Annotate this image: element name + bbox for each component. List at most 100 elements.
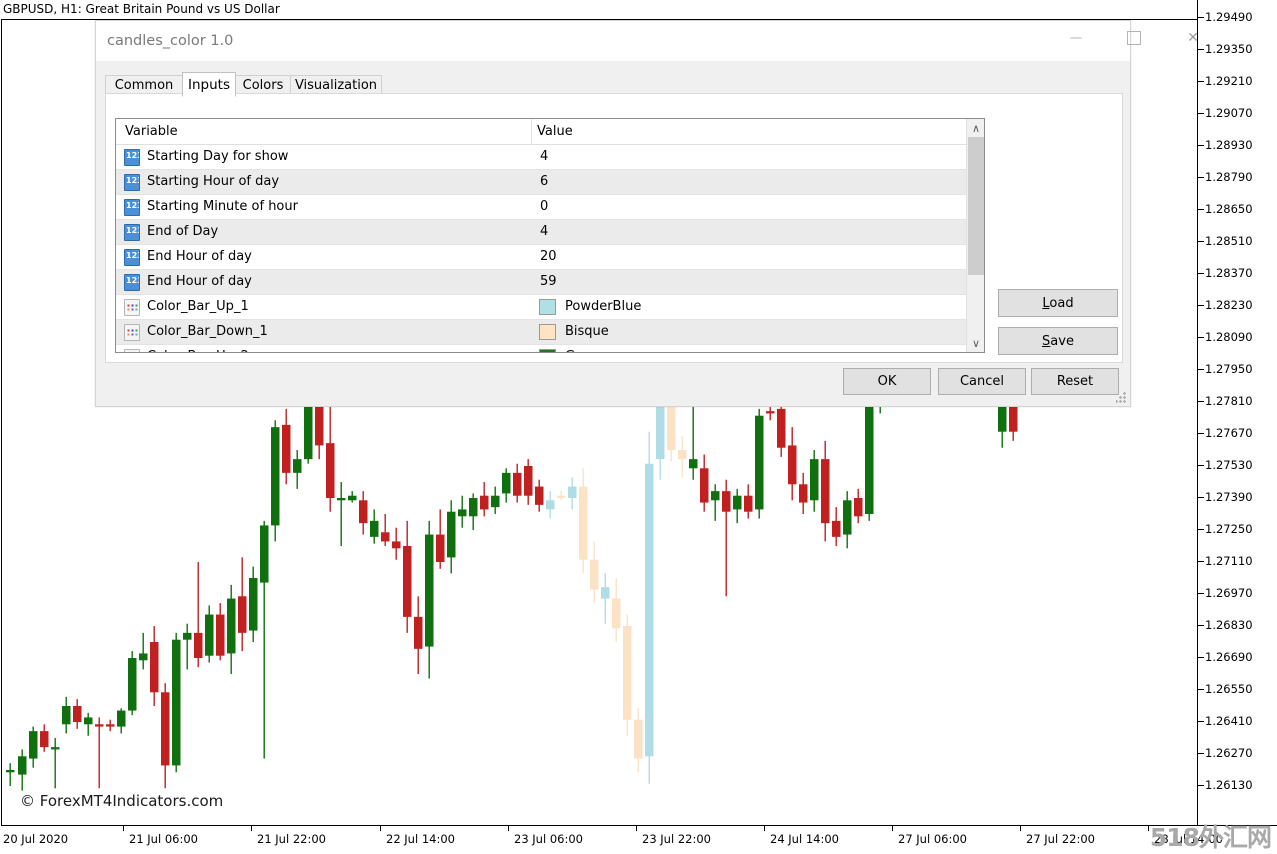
- parameter-value[interactable]: 59: [540, 274, 557, 289]
- save-button-label: Save: [1042, 334, 1074, 349]
- parameter-value[interactable]: G: [565, 349, 575, 353]
- color-swatch[interactable]: [539, 299, 556, 315]
- time-axis[interactable]: 20 Jul 202021 Jul 06:0021 Jul 22:0022 Ju…: [1, 825, 1277, 853]
- candlestick: [414, 596, 423, 674]
- time-tick-mark: [892, 826, 893, 831]
- table-row[interactable]: 123End of Day4: [116, 220, 984, 245]
- tick-mark: [1198, 305, 1204, 306]
- candlestick: [425, 521, 434, 679]
- parameter-value[interactable]: 20: [540, 249, 557, 264]
- tab-visualization[interactable]: Visualization: [290, 75, 382, 94]
- price-tick-label: 1.27110: [1198, 554, 1253, 568]
- candlestick: [832, 507, 841, 546]
- parameter-name: End Hour of day: [147, 274, 252, 289]
- tab-common[interactable]: Common: [105, 75, 183, 94]
- tick-mark: [1198, 497, 1204, 498]
- table-row[interactable]: 123End Hour of day59: [116, 270, 984, 295]
- tick-mark: [1198, 17, 1204, 18]
- candlestick: [744, 484, 753, 518]
- price-tick-label: 1.27950: [1198, 362, 1253, 376]
- price-label-text: 1.26270: [1205, 746, 1253, 760]
- tab-label: Colors: [243, 78, 284, 93]
- candlestick: [84, 713, 93, 736]
- time-tick-label: 27 Jul 22:00: [1026, 832, 1095, 846]
- minimize-icon: [1071, 37, 1082, 38]
- tab-inputs[interactable]: Inputs: [182, 72, 236, 97]
- save-button[interactable]: Save: [998, 327, 1118, 355]
- parameters-table[interactable]: Variable Value 123Starting Day for show4…: [115, 118, 985, 353]
- parameter-value[interactable]: 4: [540, 149, 548, 164]
- cancel-button[interactable]: Cancel: [938, 368, 1026, 395]
- table-row[interactable]: Color_Bar_Up_2G: [116, 345, 984, 353]
- price-label-text: 1.28370: [1205, 266, 1253, 280]
- scroll-up-icon[interactable]: ∧: [967, 119, 985, 137]
- price-tick-label: 1.28650: [1198, 202, 1253, 216]
- tick-mark: [1198, 401, 1204, 402]
- close-button[interactable]: ✕: [1170, 21, 1216, 54]
- scrollbar-thumb[interactable]: [968, 137, 984, 275]
- ok-button[interactable]: OK: [843, 368, 931, 395]
- parameter-value[interactable]: 4: [540, 224, 548, 239]
- parameter-name: Starting Day for show: [147, 149, 288, 164]
- tab-label: Visualization: [295, 78, 377, 93]
- maximize-button[interactable]: [1111, 21, 1157, 54]
- price-tick-label: 1.28230: [1198, 298, 1253, 312]
- parameter-value[interactable]: 6: [540, 174, 548, 189]
- candlestick: [18, 749, 27, 790]
- color-swatch[interactable]: [539, 324, 556, 340]
- candlestick: [128, 651, 137, 715]
- candlestick: [359, 491, 368, 534]
- time-tick-label: 22 Jul 14:00: [386, 832, 455, 846]
- minimize-button[interactable]: [1053, 21, 1099, 54]
- candlestick: [447, 500, 456, 573]
- dialog-titlebar[interactable]: candles_color 1.0 ✕: [96, 21, 1130, 61]
- time-tick-label: 21 Jul 06:00: [129, 832, 198, 846]
- time-tick-mark: [380, 826, 381, 831]
- tick-mark: [1198, 337, 1204, 338]
- parameter-value[interactable]: 0: [540, 199, 548, 214]
- candlestick: [139, 633, 148, 670]
- price-label-text: 1.27110: [1205, 554, 1253, 568]
- candlestick: [634, 708, 643, 772]
- number-icon: 123: [124, 224, 140, 241]
- price-tick-label: 1.27250: [1198, 522, 1253, 536]
- color-swatch[interactable]: [539, 349, 556, 353]
- table-row[interactable]: Color_Bar_Down_1Bisque: [116, 320, 984, 345]
- table-row[interactable]: Color_Bar_Up_1PowderBlue: [116, 295, 984, 320]
- price-axis[interactable]: 1.294901.293501.292101.290701.289301.287…: [1197, 0, 1277, 826]
- reset-button[interactable]: Reset: [1031, 368, 1119, 395]
- load-button[interactable]: Load: [998, 289, 1118, 317]
- candlestick: [458, 496, 467, 528]
- tab-colors[interactable]: Colors: [235, 75, 291, 94]
- price-tick-label: 1.26690: [1198, 650, 1253, 664]
- price-label-text: 1.27530: [1205, 458, 1253, 472]
- candlestick: [337, 482, 346, 546]
- price-tick-label: 1.28090: [1198, 330, 1253, 344]
- candlestick: [810, 450, 819, 512]
- tab-label: Inputs: [188, 77, 230, 93]
- candlestick: [557, 491, 566, 500]
- candlestick: [480, 482, 489, 516]
- candlestick: [249, 567, 258, 642]
- resize-grip[interactable]: [1116, 392, 1127, 403]
- tick-mark: [1198, 433, 1204, 434]
- table-row[interactable]: 123Starting Hour of day6: [116, 170, 984, 195]
- price-label-text: 1.28510: [1205, 234, 1253, 248]
- price-label-text: 1.27670: [1205, 426, 1253, 440]
- scroll-down-icon[interactable]: ∨: [967, 334, 985, 352]
- candlestick: [227, 585, 236, 674]
- time-tick-label: 27 Jul 06:00: [898, 832, 967, 846]
- table-row[interactable]: 123Starting Day for show4: [116, 145, 984, 170]
- time-tick-label: 23 Jul 06:00: [514, 832, 583, 846]
- candlestick: [755, 409, 764, 519]
- table-row[interactable]: 123Starting Minute of hour0: [116, 195, 984, 220]
- table-scrollbar[interactable]: ∧ ∨: [966, 119, 984, 352]
- inputs-tab-page: Variable Value 123Starting Day for show4…: [105, 93, 1123, 363]
- table-row[interactable]: 123End Hour of day20: [116, 245, 984, 270]
- candlestick: [579, 468, 588, 573]
- tick-mark: [1198, 561, 1204, 562]
- parameter-value[interactable]: Bisque: [565, 324, 609, 339]
- parameter-value[interactable]: PowderBlue: [565, 299, 641, 314]
- price-label-text: 1.28650: [1205, 202, 1253, 216]
- tick-mark: [1198, 177, 1204, 178]
